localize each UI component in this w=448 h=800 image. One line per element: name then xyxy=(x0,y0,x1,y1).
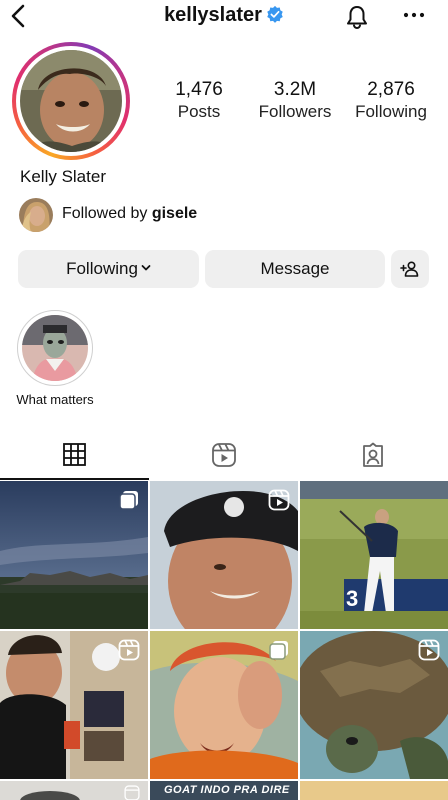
add-person-icon xyxy=(400,261,419,277)
grid-post[interactable]: 3 xyxy=(300,481,448,629)
posts-grid: 3 GOAT INDO PRA DIRE xyxy=(0,481,448,800)
posts-stat[interactable]: 1,476 Posts xyxy=(149,79,249,123)
verified-badge-icon xyxy=(267,5,283,23)
multi-photo-icon xyxy=(119,491,138,510)
chevron-down-icon xyxy=(141,265,151,271)
grid-post[interactable]: GOAT INDO PRA DIRE xyxy=(150,781,298,800)
reel-icon xyxy=(268,489,290,511)
reel-icon xyxy=(418,639,440,661)
tab-posts-grid[interactable] xyxy=(0,432,149,480)
display-name: Kelly Slater xyxy=(20,167,106,186)
grid-post[interactable] xyxy=(150,481,298,629)
more-options-icon[interactable] xyxy=(402,10,426,20)
message-button[interactable]: Message xyxy=(205,250,385,288)
grid-post[interactable] xyxy=(300,781,448,800)
title-wrap: kellyslater xyxy=(0,4,448,27)
grid-post[interactable] xyxy=(0,481,148,629)
posts-count: 1,476 xyxy=(175,79,223,100)
bell-icon[interactable] xyxy=(344,4,370,30)
followed-by-prefix: Followed by xyxy=(62,205,152,222)
grid-post[interactable] xyxy=(300,631,448,779)
highlight-label[interactable]: What matters xyxy=(0,392,110,407)
profile-avatar xyxy=(20,50,122,152)
following-label: Following xyxy=(355,102,427,121)
active-tab-indicator xyxy=(0,478,149,480)
tab-tagged[interactable] xyxy=(298,432,447,480)
followed-by-text: Followed by gisele xyxy=(62,205,197,223)
reel-icon xyxy=(118,639,140,661)
following-button-label: Following xyxy=(66,259,138,278)
grid-post[interactable] xyxy=(150,631,298,779)
highlight-cover xyxy=(22,315,88,381)
following-count: 2,876 xyxy=(367,79,415,100)
following-stat[interactable]: 2,876 Following xyxy=(341,79,441,123)
grid-post[interactable] xyxy=(0,631,148,779)
add-person-button[interactable] xyxy=(391,250,429,288)
profile-username: kellyslater xyxy=(164,4,262,26)
avatar-inner xyxy=(16,46,126,156)
grid-icon xyxy=(63,443,86,466)
post-overlay-text: GOAT INDO PRA DIRE xyxy=(164,784,290,796)
follower-avatar xyxy=(19,198,53,232)
followers-label: Followers xyxy=(258,102,332,121)
story-highlight[interactable] xyxy=(17,310,93,386)
profile-tabs xyxy=(0,432,448,480)
board-number: 3 xyxy=(346,586,358,611)
tagged-icon xyxy=(363,442,383,467)
message-button-label: Message xyxy=(260,259,330,278)
reel-icon xyxy=(124,785,140,800)
followers-count: 3.2M xyxy=(273,79,317,100)
profile-avatar-story-ring[interactable] xyxy=(12,42,130,160)
multi-photo-icon xyxy=(269,641,288,660)
posts-label: Posts xyxy=(177,102,221,121)
top-bar: kellyslater xyxy=(0,0,448,34)
reels-icon xyxy=(212,443,236,467)
following-button[interactable]: Following xyxy=(18,250,199,288)
followers-stat[interactable]: 3.2M Followers xyxy=(245,79,345,123)
grid-post[interactable] xyxy=(0,781,148,800)
tab-reels[interactable] xyxy=(149,432,298,480)
followed-by-user[interactable]: gisele xyxy=(152,205,197,222)
